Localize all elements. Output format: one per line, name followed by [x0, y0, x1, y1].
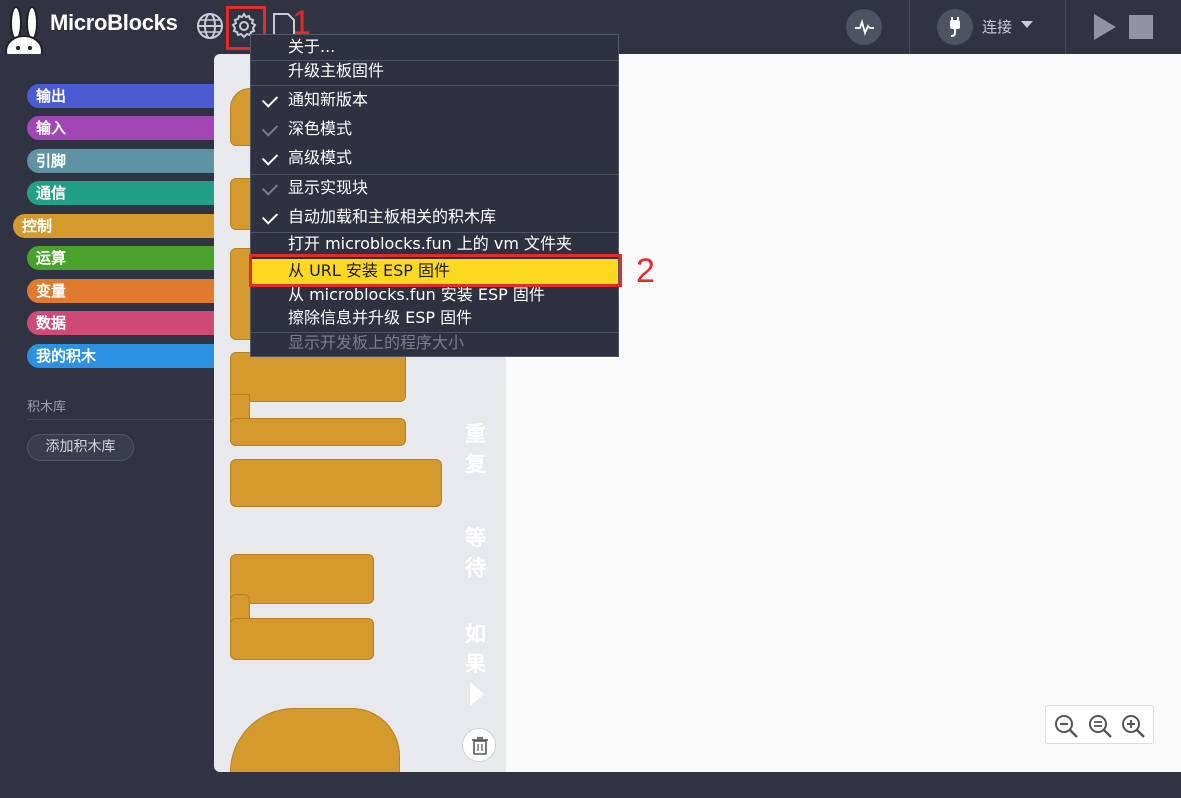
add-library-button[interactable]: 添加积木库 [27, 434, 134, 461]
menu-divider [251, 85, 618, 86]
check-icon [261, 179, 279, 196]
bottom-strip [0, 772, 1181, 798]
menu-item-notify-new-version[interactable]: 通知新版本 [251, 90, 618, 112]
repeat-block[interactable] [230, 352, 406, 402]
menu-item-label: 升级主板固件 [288, 61, 385, 80]
menu-item-label: 通知新版本 [288, 90, 369, 109]
menu-item-label: 关于... [288, 37, 336, 56]
trash-button[interactable] [462, 728, 496, 762]
annotation-number-2: 2 [636, 252, 655, 290]
menu-item-label: 擦除信息并升级 ESP 固件 [288, 308, 473, 327]
category-label: 通信 [36, 184, 67, 202]
category-label: 控制 [22, 217, 53, 235]
connect-button[interactable] [937, 9, 973, 45]
menu-item-about[interactable]: 关于... [251, 37, 618, 59]
category-operators[interactable]: 运算 [27, 246, 214, 270]
pulse-icon [855, 18, 874, 36]
when-block[interactable] [230, 708, 400, 772]
menu-item-label: 显示开发板上的程序大小 [288, 333, 465, 352]
app-title: MicroBlocks [50, 10, 178, 35]
chevron-down-icon[interactable] [1021, 21, 1033, 28]
if-label: 如果 [465, 622, 486, 676]
category-input[interactable]: 输入 [27, 116, 214, 140]
category-label: 输出 [36, 87, 67, 105]
category-label: 运算 [36, 249, 67, 267]
category-output[interactable]: 输出 [27, 84, 214, 108]
menu-item-label: 显示实现块 [288, 178, 369, 197]
menu-item-erase-and-update-esp[interactable]: 擦除信息并升级 ESP 固件 [251, 308, 618, 330]
library-header: 积木库 [27, 400, 67, 415]
app-window: MicroBlocks 1 连接 输出 输入 引脚 通信 控制 运算 变量 数据… [0, 0, 1181, 798]
menu-item-advanced-mode[interactable]: 高级模式 [251, 148, 618, 170]
menu-item-auto-load-libraries[interactable]: 自动加载和主板相关的积木库 [251, 207, 618, 229]
menu-item-label: 高级模式 [288, 148, 353, 167]
stop-icon[interactable] [1129, 15, 1153, 39]
menu-item-label: 深色模式 [288, 119, 353, 138]
category-comm[interactable]: 通信 [27, 181, 214, 205]
connect-label[interactable]: 连接 [982, 16, 1012, 37]
data-graph-button[interactable] [846, 9, 882, 45]
menu-item-show-implementation[interactable]: 显示实现块 [251, 178, 618, 200]
category-variables[interactable]: 变量 [27, 279, 214, 303]
menu-item-dark-mode[interactable]: 深色模式 [251, 119, 618, 141]
repeat-block-foot [230, 418, 406, 446]
if-block[interactable] [230, 554, 374, 604]
category-control[interactable]: 控制 [13, 214, 214, 238]
zoom-controls [1045, 705, 1154, 744]
category-data[interactable]: 数据 [27, 311, 214, 335]
category-label: 数据 [36, 314, 67, 332]
menu-item-label: 从 microblocks.fun 安装 ESP 固件 [288, 285, 545, 304]
check-icon [261, 91, 279, 108]
check-icon [261, 120, 279, 137]
check-icon [261, 208, 279, 225]
settings-menu: 关于... 升级主板固件 通知新版本 深色模式 高级模式 显示实现块 自动加载和… [250, 34, 619, 357]
menu-item-open-vm-folder[interactable]: 打开 microblocks.fun 上的 vm 文件夹 [251, 234, 618, 256]
globe-icon[interactable] [195, 11, 225, 41]
wait-block[interactable] [230, 459, 442, 507]
repeat-label: 重复 [465, 422, 486, 476]
category-pins[interactable]: 引脚 [27, 149, 214, 173]
menu-item-label: 打开 microblocks.fun 上的 vm 文件夹 [288, 234, 573, 253]
menu-item-show-program-size[interactable]: 显示开发板上的程序大小 [251, 333, 618, 355]
library-divider [27, 419, 214, 420]
trash-icon [472, 737, 488, 755]
expand-arrow-icon[interactable] [470, 682, 484, 706]
menu-item-install-esp-from-microblocks[interactable]: 从 microblocks.fun 安装 ESP 固件 [251, 285, 618, 307]
category-label: 我的积木 [36, 347, 97, 365]
toolbar-divider [1065, 0, 1066, 54]
play-icon[interactable] [1094, 14, 1116, 40]
menu-item-update-firmware[interactable]: 升级主板固件 [251, 61, 618, 83]
menu-item-label: 自动加载和主板相关的积木库 [288, 207, 497, 226]
check-icon [261, 149, 279, 166]
menu-divider [251, 232, 618, 233]
toolbar-divider [909, 0, 910, 54]
if-block-foot [230, 618, 374, 660]
wait-label: 等待 [465, 526, 486, 580]
annotation-box-menu-item [249, 254, 622, 287]
zoom-in-icon[interactable] [1120, 713, 1146, 739]
category-label: 变量 [36, 282, 67, 300]
plug-icon [950, 17, 960, 37]
category-label: 输入 [36, 119, 67, 137]
menu-divider [251, 174, 618, 175]
zoom-reset-icon[interactable] [1087, 713, 1113, 739]
zoom-out-icon[interactable] [1053, 713, 1079, 739]
category-label: 引脚 [36, 152, 67, 170]
category-my-blocks[interactable]: 我的积木 [27, 344, 214, 368]
